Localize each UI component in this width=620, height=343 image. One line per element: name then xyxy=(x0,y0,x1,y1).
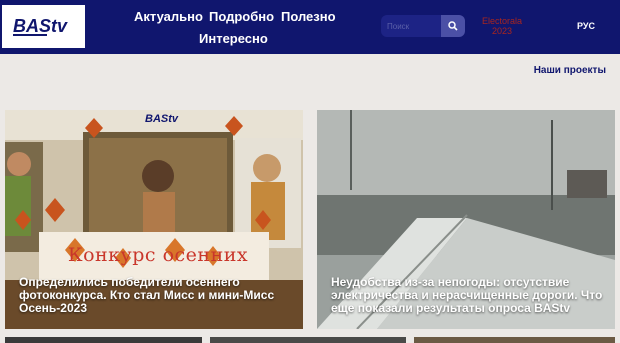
search-button[interactable] xyxy=(441,15,465,37)
next-card-preview[interactable] xyxy=(414,337,615,343)
card-image-caption: Конкурс осенних xyxy=(67,244,249,266)
search-input[interactable] xyxy=(381,15,441,37)
site-header: BAStv Актуально Подробно Полезно Интерес… xyxy=(0,0,620,54)
search-icon xyxy=(448,21,458,31)
site-logo[interactable]: BAStv xyxy=(2,5,85,48)
nav-item-actual[interactable]: Актуально xyxy=(134,9,203,24)
card-title[interactable]: Неудобства из-за непогоды: отсутствие эл… xyxy=(331,276,603,315)
news-card[interactable]: BAStv Конкурс осенних Определились побед… xyxy=(5,110,303,329)
electorala-link[interactable]: Electorala 2023 xyxy=(477,16,527,36)
next-card-preview[interactable] xyxy=(210,337,406,343)
logo-text: BAStv xyxy=(13,16,68,36)
card-title[interactable]: Определились победители осеннего фотокон… xyxy=(19,276,291,315)
our-projects-link[interactable]: Наши проекты xyxy=(534,65,606,76)
bastv-logo-icon: BAStv xyxy=(13,16,68,36)
nav-item-detailed[interactable]: Подробно xyxy=(209,9,274,24)
next-card-preview[interactable] xyxy=(5,337,202,343)
language-switch[interactable]: РУС xyxy=(577,21,595,31)
svg-text:BAStv: BAStv xyxy=(145,113,179,125)
nav-item-interesting[interactable]: Интересно xyxy=(199,31,268,46)
news-card[interactable]: Неудобства из-за непогоды: отсутствие эл… xyxy=(317,110,615,329)
nav-item-useful[interactable]: Полезно xyxy=(281,9,336,24)
